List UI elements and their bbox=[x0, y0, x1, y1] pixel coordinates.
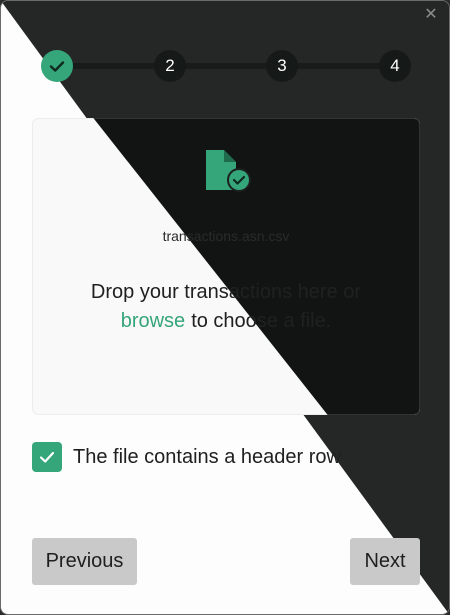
stepper-track bbox=[57, 63, 395, 69]
drop-prompt-suffix: to choose a file. bbox=[191, 310, 332, 332]
close-icon[interactable]: ✕ bbox=[423, 7, 439, 23]
header-row-checkbox[interactable] bbox=[32, 442, 62, 472]
drop-instructions: Drop your transactions here or browse to … bbox=[32, 278, 420, 336]
uploaded-file-name: transactions.asn.csv bbox=[162, 228, 290, 244]
import-dialog: ✕ 2 3 4 transactions.asn.csv Drop your t… bbox=[0, 0, 450, 615]
wizard-stepper: 2 3 4 bbox=[41, 50, 411, 82]
step-2[interactable]: 2 bbox=[154, 50, 186, 82]
csv-file-check-icon bbox=[206, 150, 251, 192]
check-icon bbox=[49, 61, 65, 72]
header-row-option[interactable]: The file contains a header row bbox=[32, 442, 341, 472]
previous-button[interactable]: Previous bbox=[32, 538, 137, 585]
drop-prompt-text: Drop your transactions here or bbox=[90, 281, 362, 303]
file-dropzone[interactable]: transactions.asn.csv Drop your transacti… bbox=[32, 118, 420, 415]
step-3[interactable]: 3 bbox=[266, 50, 298, 82]
step-4[interactable]: 4 bbox=[379, 50, 411, 82]
browse-link[interactable]: browse bbox=[121, 310, 185, 332]
next-button[interactable]: Next bbox=[350, 538, 420, 585]
check-icon bbox=[39, 451, 55, 463]
step-1-done[interactable] bbox=[41, 50, 73, 82]
header-row-label: The file contains a header row bbox=[73, 445, 341, 468]
